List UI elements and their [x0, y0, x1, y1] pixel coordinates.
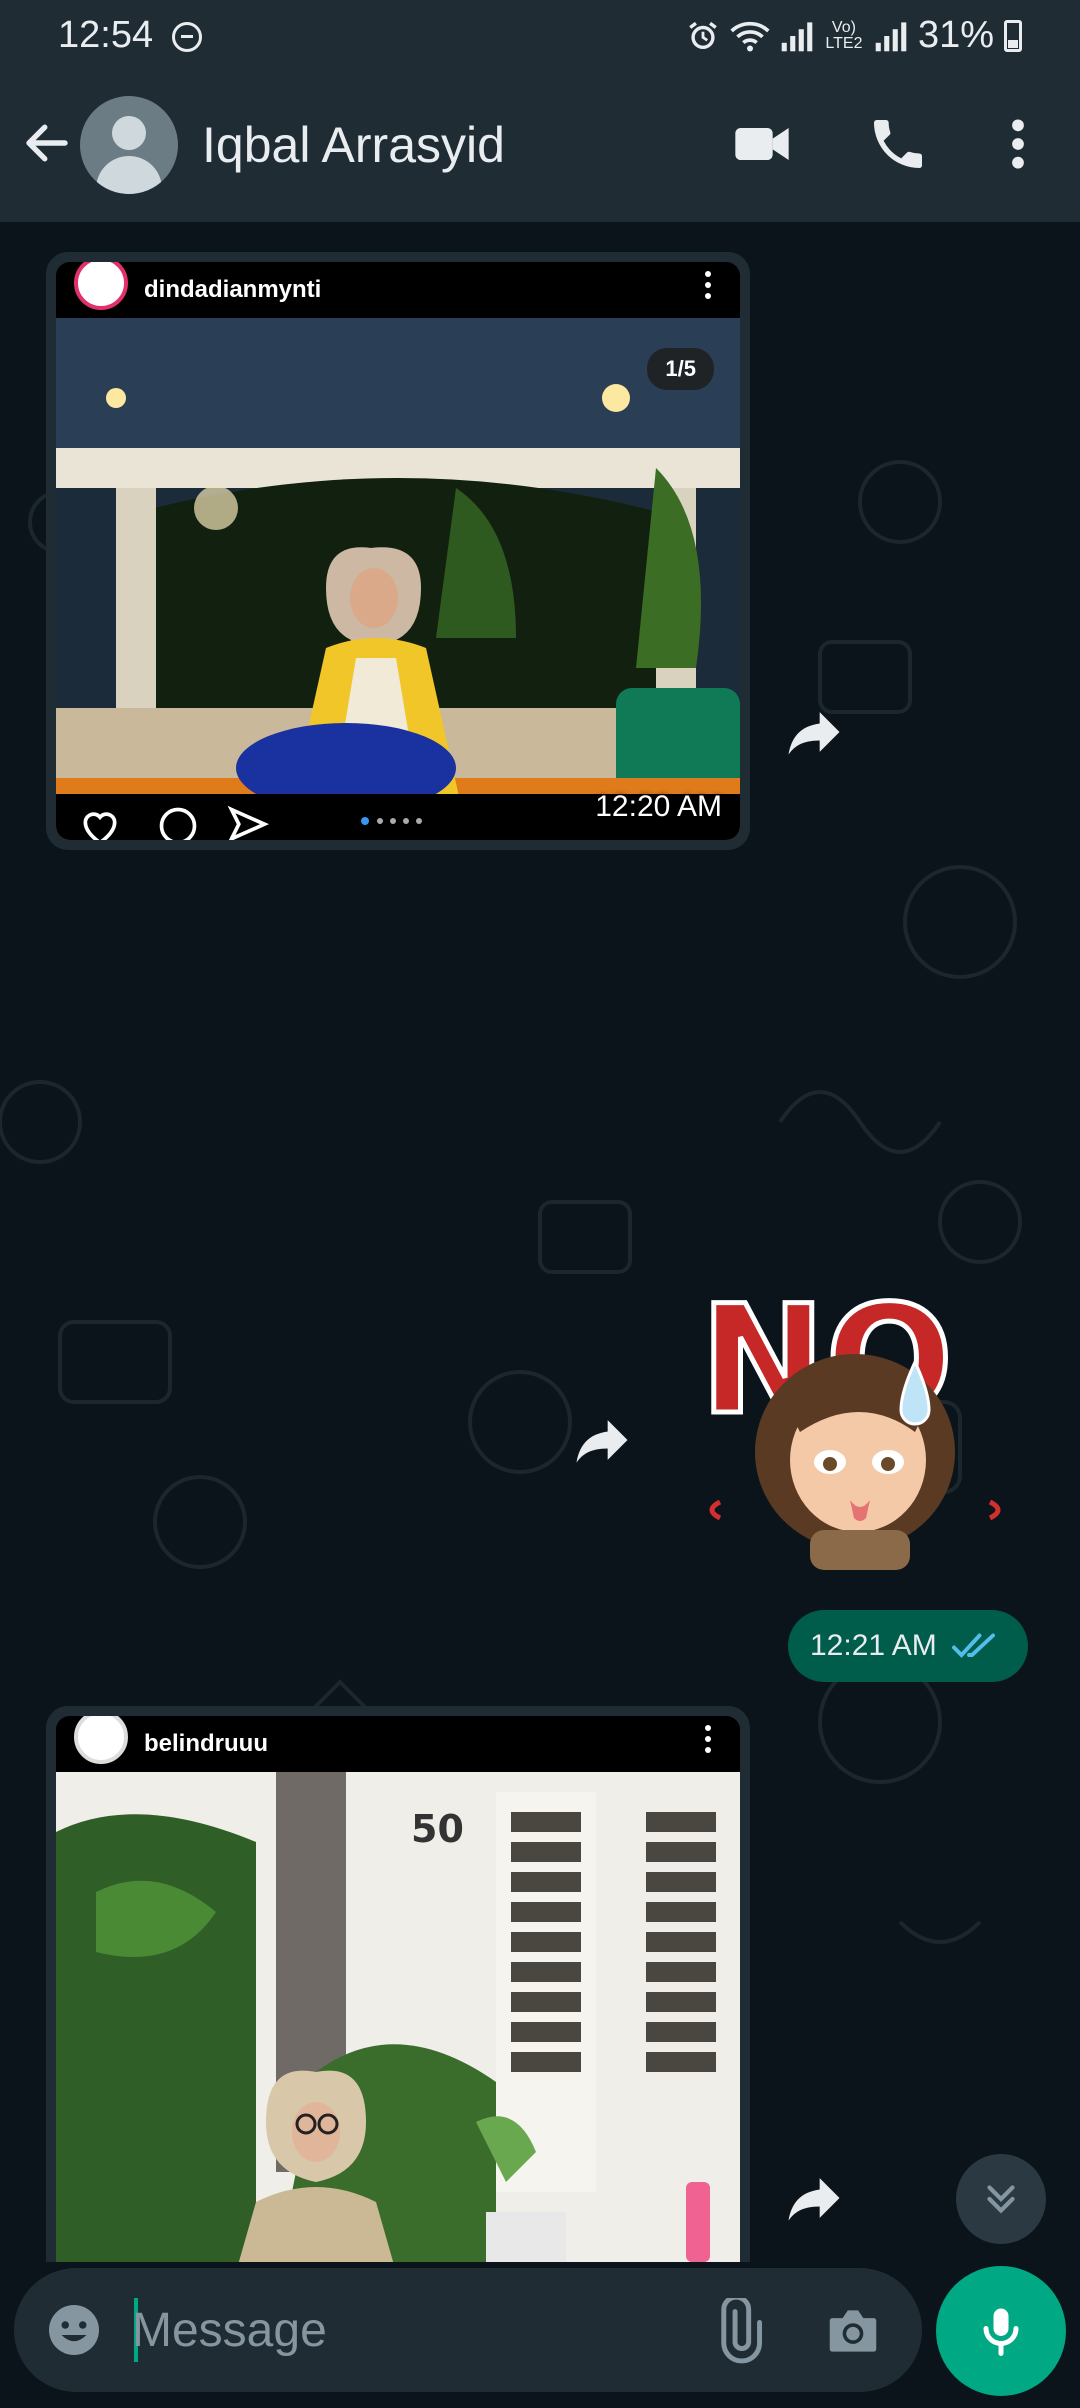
message-time-2: 12:21 AM [810, 1629, 937, 1662]
contact-name[interactable]: Iqbal Arrasyid [202, 116, 505, 174]
forward-icon[interactable] [780, 698, 848, 766]
message-time: 12:20 AM [595, 790, 722, 823]
shared-photo-2: 50 [56, 1772, 740, 2262]
ig-more-icon-2 [705, 1725, 711, 1753]
phone-call-icon[interactable] [866, 112, 930, 176]
ig-avatar [74, 262, 128, 310]
share-icon [227, 805, 270, 840]
wifi-icon [730, 21, 770, 51]
ig-pager: 1/5 [647, 348, 714, 390]
message-composer [14, 2268, 922, 2392]
status-bar: 12:54 Vo) LTE2 31% [0, 0, 1080, 72]
house-number: 50 [411, 1807, 464, 1851]
scroll-down-icon [987, 2185, 1015, 2214]
mic-button[interactable] [936, 2266, 1066, 2396]
scroll-down-button[interactable] [956, 2154, 1046, 2244]
attach-icon[interactable] [704, 2298, 770, 2364]
alarm-icon [689, 21, 717, 49]
mic-icon [983, 2308, 1019, 2356]
ig-username: dindadianmynti [144, 276, 322, 303]
signal-icon [781, 21, 813, 51]
do-not-disturb-icon [172, 22, 202, 52]
no-sticker[interactable]: NO [700, 1272, 1010, 1572]
ig-post-header-2: belindruuu [56, 1716, 740, 1772]
chat-header: Iqbal Arrasyid [0, 72, 1080, 222]
like-icon [83, 812, 117, 840]
signal-icon-2 [875, 21, 907, 51]
message-input[interactable] [132, 2296, 692, 2364]
forward-icon-2[interactable] [568, 1406, 636, 1474]
battery-percent: 31% [917, 14, 994, 56]
ig-username-2: belindruuu [144, 1730, 268, 1757]
ig-avatar-2 [74, 1716, 128, 1764]
shared-photo [56, 318, 740, 840]
video-call-icon[interactable] [730, 112, 794, 176]
incoming-image-message-2[interactable]: belindruuu 50 [46, 1706, 750, 2262]
ig-post-header: dindadianmynti [56, 262, 740, 318]
carousel-dots [361, 817, 422, 825]
camera-icon[interactable] [822, 2300, 884, 2362]
emoji-icon[interactable] [44, 2300, 104, 2360]
contact-avatar[interactable] [80, 96, 178, 194]
chat-area[interactable]: dindadianmynti 1/5 12:20 AM 12:21 AM bel… [0, 222, 1080, 2262]
outgoing-sticker-time: 12:21 AM [788, 1610, 1028, 1682]
more-vert-icon[interactable] [986, 112, 1050, 176]
back-arrow-icon[interactable] [20, 116, 74, 170]
incoming-image-message[interactable]: dindadianmynti 1/5 12:20 AM [46, 252, 750, 850]
top-app-bar: 12:54 Vo) LTE2 31% Iqbal Arrasyid [0, 0, 1080, 222]
network-type-label: Vo) LTE2 [825, 18, 863, 52]
forward-icon-3[interactable] [780, 2164, 848, 2232]
status-time: 12:54 [58, 14, 154, 56]
ig-more-icon [705, 271, 711, 299]
comment-icon [159, 807, 197, 840]
status-right-icons: Vo) LTE2 31% [686, 14, 1022, 57]
battery-icon [1004, 19, 1022, 52]
double-check-icon [951, 1633, 995, 1658]
